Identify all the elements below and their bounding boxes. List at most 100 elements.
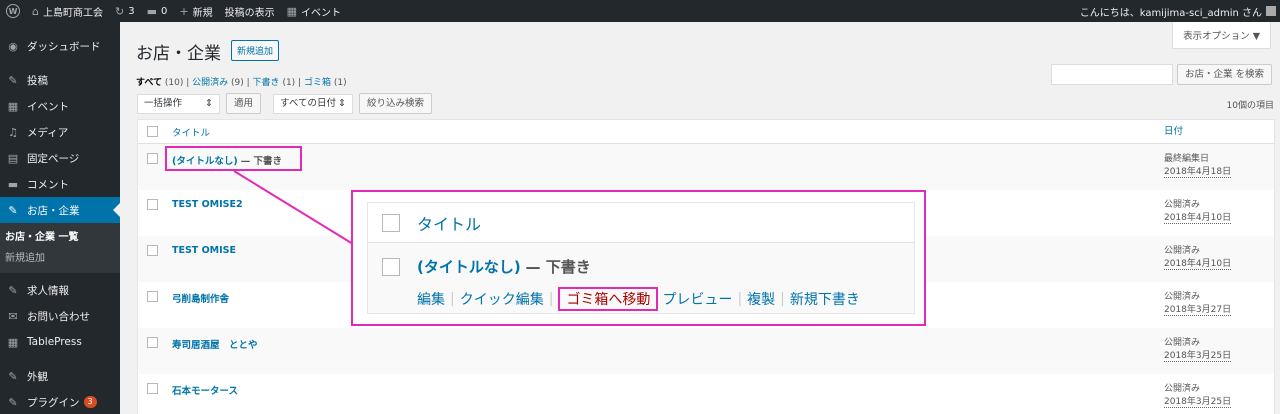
- comments-link[interactable]: ▬ 0: [141, 0, 174, 22]
- pin-icon: ✎: [8, 73, 18, 87]
- post-date: 2018年4月18日: [1164, 167, 1232, 178]
- filter-button[interactable]: 絞り込み検索: [358, 93, 432, 114]
- column-date-header[interactable]: 日付: [1164, 125, 1274, 138]
- highlight-box-untitled-draft: [165, 146, 302, 171]
- zoomed-select-all-checkbox[interactable]: [382, 213, 400, 232]
- select-arrow-icon: ⇕: [205, 97, 213, 109]
- dashboard-icon: ◉: [8, 39, 18, 53]
- comment-icon: ▬: [146, 4, 157, 18]
- admin-bar: W ⌂ 上島町商工会 ↻ 3 ▬ 0 + 新規 投稿の表示 ▦ イベント こんにちは、ka…: [0, 0, 1280, 22]
- zoomed-table-header: タイトル: [368, 203, 914, 243]
- table-row: 石本モータース 公開済み 2018年3月25日: [138, 374, 1274, 414]
- sidebar-item-events[interactable]: ▦ イベント: [0, 93, 120, 119]
- row-checkbox[interactable]: [147, 291, 158, 302]
- filter-all[interactable]: すべて: [136, 78, 162, 88]
- post-title-link[interactable]: TEST OMISE: [172, 245, 236, 256]
- mail-icon: ✉: [8, 309, 18, 323]
- submenu-add-new[interactable]: 新規追加: [0, 248, 120, 269]
- zoomed-post-title-link[interactable]: (タイトルなし): [417, 258, 521, 276]
- items-count: 10個の項目: [1226, 101, 1274, 111]
- post-status: 公開済み: [1164, 292, 1201, 302]
- filter-trash[interactable]: ゴミ箱: [304, 78, 331, 88]
- pin-icon: ✎: [8, 283, 18, 297]
- quick-edit-action[interactable]: クイック編集: [460, 289, 544, 309]
- pin-icon: ✎: [8, 203, 18, 217]
- search-button[interactable]: お店・企業 を検索: [1176, 64, 1272, 85]
- bulk-action-select[interactable]: 一括操作 ⇕: [137, 93, 220, 114]
- page-title: お店・企業: [136, 44, 221, 64]
- sidebar-item-appearance[interactable]: ✎ 外観: [0, 363, 120, 389]
- trash-action[interactable]: ゴミ箱へ移動: [558, 287, 659, 311]
- apply-button[interactable]: 適用: [226, 93, 262, 114]
- comment-icon: ▬: [7, 177, 19, 191]
- post-title-link[interactable]: 石本モータース: [172, 386, 238, 397]
- sidebar-item-shops[interactable]: ✎ お店・企業: [0, 197, 120, 223]
- row-checkbox[interactable]: [147, 153, 158, 164]
- new-draft-action[interactable]: 新規下書き: [790, 289, 860, 309]
- post-date: 2018年3月25日: [1164, 351, 1232, 362]
- page-icon: ▤: [7, 151, 19, 165]
- plugin-update-badge: 3: [83, 396, 97, 408]
- post-status: 公開済み: [1164, 246, 1201, 256]
- table-row: (タイトルなし) — 下書き 最終編集日 2018年4月18日: [138, 144, 1274, 190]
- preview-action[interactable]: プレビュー: [662, 289, 732, 309]
- plugin-icon: ✎: [8, 395, 18, 409]
- row-checkbox[interactable]: [147, 245, 158, 256]
- home-icon: ⌂: [32, 4, 39, 18]
- post-title-link[interactable]: 弓削島制作舎: [172, 294, 229, 305]
- zoomed-column-title[interactable]: タイトル: [417, 211, 481, 235]
- edit-action[interactable]: 編集: [417, 289, 445, 309]
- account-greeting[interactable]: こんにちは、kamijima-sci_admin さん: [1080, 4, 1262, 19]
- sidebar-item-plugins[interactable]: ✎ プラグイン 3: [0, 389, 120, 414]
- wordpress-icon: W: [6, 4, 20, 18]
- search-input[interactable]: [1050, 64, 1173, 85]
- submenu-shops-list[interactable]: お店・企業 一覧: [0, 227, 120, 248]
- sidebar-item-dashboard[interactable]: ◉ ダッシュボード: [0, 33, 120, 59]
- sidebar-item-tablepress[interactable]: ▦ TablePress: [0, 329, 120, 355]
- post-status: 公開済み: [1164, 200, 1201, 210]
- screen-options-button[interactable]: 表示オプション ▼: [1172, 22, 1271, 49]
- sidebar-item-posts[interactable]: ✎ 投稿: [0, 67, 120, 93]
- new-content-link[interactable]: + 新規: [173, 0, 218, 22]
- post-status: 公開済み: [1164, 384, 1201, 394]
- duplicate-action[interactable]: 複製: [747, 289, 775, 309]
- sidebar-item-pages[interactable]: ▤ 固定ページ: [0, 145, 120, 171]
- add-new-button[interactable]: 新規追加: [231, 40, 280, 61]
- zoomed-post-state: — 下書き: [525, 258, 591, 276]
- row-checkbox[interactable]: [147, 199, 158, 210]
- plus-icon: +: [179, 4, 189, 18]
- row-checkbox[interactable]: [147, 337, 158, 348]
- date-filter-select[interactable]: すべての日付 ⇕: [273, 93, 353, 114]
- refresh-icon: ↻: [114, 4, 125, 18]
- shops-submenu: お店・企業 一覧 新規追加: [0, 223, 120, 273]
- post-date: 2018年3月27日: [1164, 305, 1232, 316]
- calendar-icon: ▦: [7, 99, 19, 113]
- view-posts-link[interactable]: 投稿の表示: [219, 0, 281, 22]
- post-date: 2018年4月10日: [1164, 259, 1232, 270]
- row-checkbox[interactable]: [147, 383, 158, 394]
- avatar[interactable]: [1266, 6, 1276, 16]
- events-link[interactable]: ▦ イベント: [281, 0, 347, 22]
- select-all-checkbox[interactable]: [147, 126, 158, 137]
- site-name-link[interactable]: ⌂ 上島町商工会: [26, 0, 109, 22]
- post-title-link[interactable]: TEST OMISE2: [172, 199, 243, 210]
- wp-logo-menu[interactable]: W: [0, 0, 26, 22]
- sidebar-item-jobs[interactable]: ✎ 求人情報: [0, 277, 120, 303]
- filter-draft[interactable]: 下書き: [253, 78, 280, 88]
- table-nav: 一括操作 ⇕ 適用 すべての日付 ⇕ 絞り込み検索: [137, 93, 432, 114]
- table-header: タイトル 日付: [138, 120, 1274, 144]
- updates-link[interactable]: ↻ 3: [109, 0, 141, 22]
- search-box: お店・企業 を検索: [1050, 64, 1272, 85]
- post-title-link[interactable]: 寿司居酒屋 ととや: [172, 340, 258, 351]
- zoomed-row-checkbox[interactable]: [382, 258, 400, 276]
- media-icon: ♫: [8, 125, 18, 139]
- sidebar-item-contact[interactable]: ✉ お問い合わせ: [0, 303, 120, 329]
- select-arrow-icon: ⇕: [337, 97, 346, 109]
- table-icon: ▦: [7, 335, 19, 349]
- sidebar-item-comments[interactable]: ▬ コメント: [0, 171, 120, 197]
- filter-published[interactable]: 公開済み: [192, 78, 228, 88]
- column-title-header[interactable]: タイトル: [172, 125, 1164, 139]
- post-date: 2018年3月25日: [1164, 397, 1232, 408]
- status-filter-links: すべて (10) | 公開済み (9) | 下書き (1) | ゴミ箱 (1): [136, 78, 347, 88]
- sidebar-item-media[interactable]: ♫ メディア: [0, 119, 120, 145]
